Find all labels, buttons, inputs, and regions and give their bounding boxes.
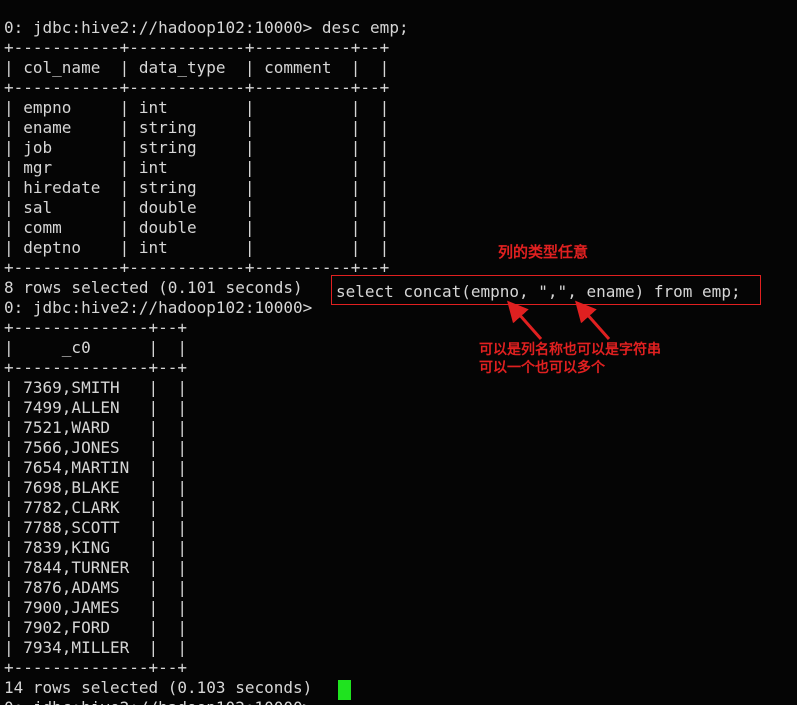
sql-query-text: select concat(empno, ",", ename) from em…: [336, 282, 741, 301]
annotation-line-1: 可以是列名称也可以是字符串: [479, 342, 661, 358]
annotation-column-type: 列的类型任意: [498, 243, 589, 261]
arrow-to-empno: [507, 300, 543, 340]
terminal-cursor: [338, 680, 351, 700]
terminal-window[interactable]: 0: jdbc:hive2://hadoop102:10000> desc em…: [0, 0, 797, 705]
annotation-line-2: 可以一个也可以多个: [479, 360, 605, 376]
arrow-to-comma-literal: [575, 300, 611, 340]
terminal-output: 0: jdbc:hive2://hadoop102:10000> desc em…: [4, 18, 409, 705]
annotation-column-or-string: 可以是列名称也可以是字符串 可以一个也可以多个: [479, 341, 661, 377]
